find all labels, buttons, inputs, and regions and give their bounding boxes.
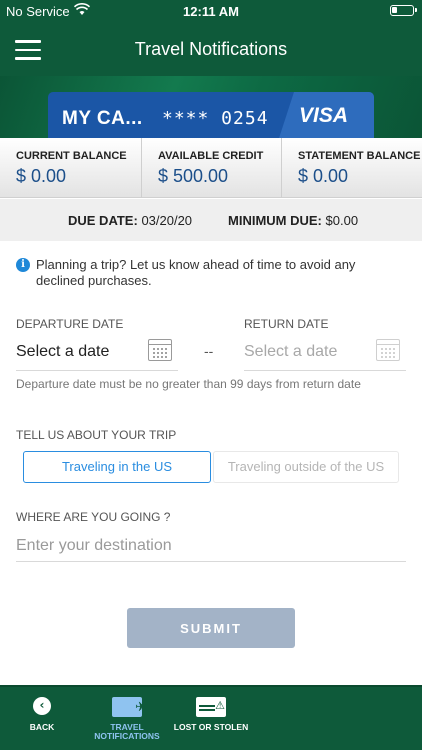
calendar-icon[interactable] xyxy=(376,339,400,361)
trip-option-us[interactable]: Traveling in the US xyxy=(23,451,211,483)
nav-travel-label: TRAVEL NOTIFICATIONS xyxy=(94,722,160,741)
info-icon: i xyxy=(16,258,30,272)
back-arrow-icon: ‹ xyxy=(33,697,51,715)
return-date-value: Select a date xyxy=(244,343,338,360)
bottom-nav: ‹ BACK TRAVEL NOTIFICATIONS LOST OR STOL… xyxy=(0,685,422,750)
visa-logo: VISA xyxy=(298,104,348,127)
available-credit: AVAILABLE CREDIT $ 500.00 xyxy=(141,138,281,198)
due-date: DUE DATE: 03/20/20 xyxy=(68,213,193,228)
info-message: i Planning a trip? Let us know ahead of … xyxy=(16,257,406,289)
trip-type-label: TELL US ABOUT YOUR TRIP xyxy=(16,428,177,442)
travel-card-icon xyxy=(112,697,146,717)
nav-back-label: BACK xyxy=(29,722,55,732)
statement-balance: STATEMENT BALANCE $ 0.00 xyxy=(281,138,422,198)
trip-type-selector: Traveling in the US Traveling outside of… xyxy=(23,451,399,483)
card-name: MY CA... xyxy=(62,108,143,129)
card-banner: MY CA... **** 0254 VISA xyxy=(0,76,422,138)
page-title: Travel Notifications xyxy=(134,39,288,59)
current-balance: CURRENT BALANCE $ 0.00 xyxy=(16,150,127,186)
balance-summary: CURRENT BALANCE $ 0.00 AVAILABLE CREDIT … xyxy=(0,138,422,198)
info-text: Planning a trip? Let us know ahead of ti… xyxy=(36,257,356,288)
credit-card[interactable]: MY CA... **** 0254 VISA xyxy=(48,92,374,138)
submit-button[interactable]: SUBMIT xyxy=(127,608,295,648)
trip-option-outside-us[interactable]: Traveling outside of the US xyxy=(213,451,399,483)
calendar-icon[interactable] xyxy=(148,339,172,361)
date-hint: Departure date must be no greater than 9… xyxy=(16,377,361,391)
destination-input[interactable] xyxy=(16,530,406,562)
destination-label: WHERE ARE YOU GOING ? xyxy=(16,510,171,524)
battery-icon xyxy=(390,5,417,16)
nav-back[interactable]: ‹ BACK xyxy=(16,687,68,750)
card-number: **** 0254 xyxy=(162,108,269,129)
lost-card-icon xyxy=(196,697,226,717)
return-date-label: RETURN DATE xyxy=(244,317,329,331)
nav-lost-label: LOST OR STOLEN xyxy=(173,722,249,732)
minimum-due: MINIMUM DUE: $0.00 xyxy=(228,213,359,228)
return-date-field[interactable]: Select a date xyxy=(244,337,406,371)
nav-bar: Travel Notifications xyxy=(0,22,422,76)
due-info: DUE DATE: 03/20/20 MINIMUM DUE: $0.00 xyxy=(0,199,422,241)
departure-date-label: DEPARTURE DATE xyxy=(16,317,124,331)
clock: 12:11 AM xyxy=(183,4,239,19)
departure-date-value: Select a date xyxy=(16,343,110,360)
status-bar: No Service 12:11 AM xyxy=(0,0,422,22)
departure-date-field[interactable]: Select a date xyxy=(16,337,178,371)
nav-travel-notifications[interactable]: TRAVEL NOTIFICATIONS xyxy=(90,687,164,750)
nav-lost-or-stolen[interactable]: LOST OR STOLEN xyxy=(170,687,252,750)
date-separator: -- xyxy=(204,343,214,359)
